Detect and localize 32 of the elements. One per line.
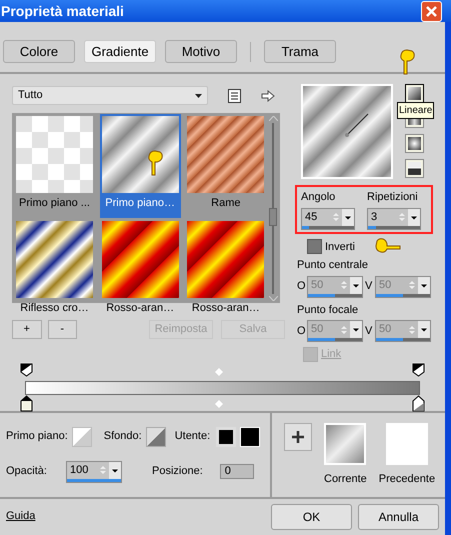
field-value: 45 bbox=[304, 210, 318, 225]
window-title: Proprietà materiali bbox=[0, 2, 124, 21]
field-value: 50 bbox=[378, 322, 392, 338]
field-value: 50 bbox=[310, 322, 324, 338]
swatch-label: Corrente bbox=[324, 472, 367, 486]
preset-label: Rame bbox=[211, 196, 240, 211]
tooltip: Lineare bbox=[397, 102, 434, 119]
axis-label: O bbox=[297, 279, 305, 294]
group-label: Punto focale bbox=[297, 302, 358, 318]
field-label: Posizione: bbox=[152, 464, 203, 480]
group-label: Punto centrale bbox=[297, 258, 368, 273]
swatch-label: Primo piano: bbox=[6, 429, 68, 444]
checkbox-label: Inverti bbox=[325, 240, 355, 254]
field-value: 100 bbox=[69, 462, 90, 478]
axis-label: V bbox=[365, 324, 373, 339]
swatch-label: Precedente bbox=[378, 472, 436, 486]
preset-label: Rosso-aran… bbox=[106, 301, 174, 316]
preset-label: Rosso-aran… bbox=[192, 301, 260, 316]
field-value: 50 bbox=[378, 278, 392, 293]
preset-label: Primo piano… bbox=[105, 196, 175, 211]
field-value: 3 bbox=[370, 210, 378, 225]
field-label: Opacità: bbox=[6, 464, 48, 480]
preset-label: Riflesso cro… bbox=[20, 301, 89, 316]
swatch-label: Sfondo: bbox=[104, 429, 142, 444]
swatch-label: Utente: bbox=[174, 429, 210, 444]
preset-label: Primo piano ... bbox=[19, 196, 90, 211]
checkbox-label: Link bbox=[321, 347, 342, 362]
field-label: Angolo bbox=[301, 190, 336, 205]
field-label: Ripetizioni bbox=[367, 190, 419, 205]
axis-label: O bbox=[297, 324, 305, 339]
field-value: 50 bbox=[310, 278, 324, 293]
axis-label: V bbox=[365, 279, 373, 294]
